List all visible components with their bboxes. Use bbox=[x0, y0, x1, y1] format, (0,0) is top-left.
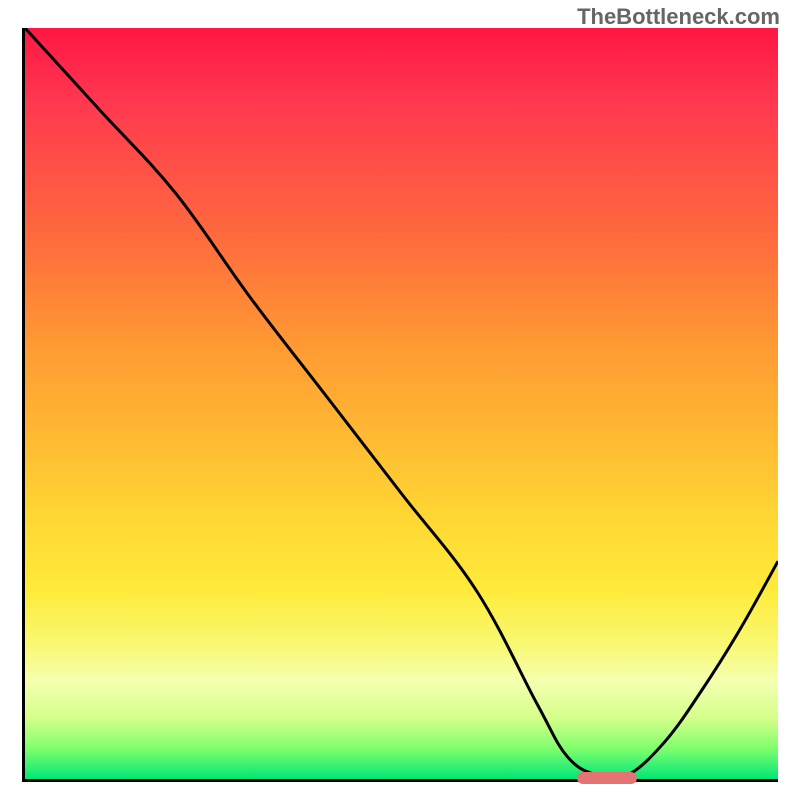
plot-area bbox=[22, 28, 778, 782]
watermark-text: TheBottleneck.com bbox=[577, 4, 780, 30]
curve-path bbox=[25, 28, 778, 779]
bottleneck-curve bbox=[25, 28, 778, 779]
optimal-marker bbox=[577, 772, 637, 784]
